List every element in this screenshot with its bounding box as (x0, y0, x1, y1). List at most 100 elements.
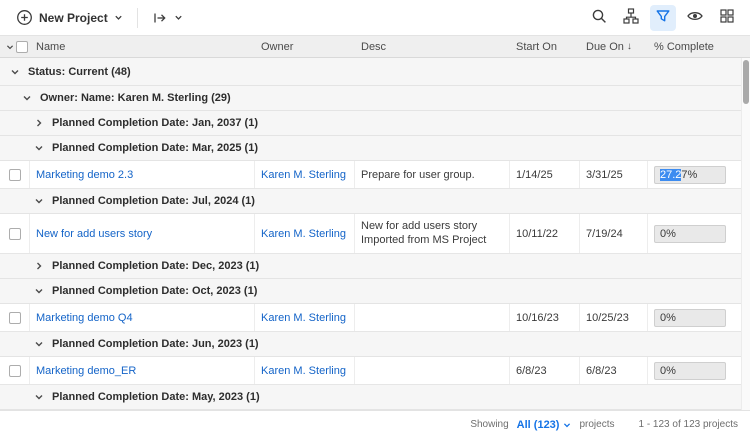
chevron-down-icon (563, 421, 571, 429)
export-icon (152, 10, 168, 26)
percent-complete-field[interactable]: 0% (654, 362, 726, 380)
project-name-link[interactable]: Marketing demo 2.3 (36, 169, 133, 181)
percent-rest: 7% (681, 169, 697, 181)
column-header-desc[interactable]: Desc (355, 36, 510, 57)
org-chart-icon (622, 7, 640, 28)
project-owner-cell: Karen M. Sterling (255, 214, 355, 253)
chevron-down-icon[interactable] (34, 392, 44, 402)
group-label: Planned Completion Date: Jul, 2024 (1) (52, 195, 255, 207)
project-due-cell: 6/8/23 (580, 357, 648, 384)
footer-bar: Showing All (123) projects 1 - 123 of 12… (0, 410, 750, 438)
scrollbar-thumb[interactable] (743, 60, 749, 104)
project-due-cell: 7/19/24 (580, 214, 648, 253)
row-checkbox[interactable] (9, 169, 21, 181)
project-name-cell: Marketing demo Q4 (30, 304, 255, 331)
table-header-row: Name Owner Desc Start On Due On ↓ % Comp… (0, 36, 750, 58)
group-row-pcd-jan-2037[interactable]: Planned Completion Date: Jan, 2037 (1) (0, 111, 750, 136)
row-select-cell (0, 214, 30, 253)
toolbar-divider (137, 8, 138, 28)
select-all-checkbox[interactable] (16, 41, 28, 53)
toolbar: New Project (0, 0, 750, 36)
project-name-link[interactable]: Marketing demo Q4 (36, 312, 133, 324)
pagination-range: 1 - 123 of 123 projects (638, 419, 738, 430)
column-header-name[interactable]: Name (30, 36, 255, 57)
group-label: Planned Completion Date: Jan, 2037 (1) (52, 117, 258, 129)
projects-label: projects (579, 419, 614, 430)
project-name-link[interactable]: Marketing demo_ER (36, 365, 136, 377)
row-checkbox[interactable] (9, 312, 21, 324)
filter-icon (655, 8, 671, 27)
chevron-right-icon[interactable] (34, 261, 44, 271)
project-owner-link[interactable]: Karen M. Sterling (261, 169, 346, 181)
group-row-pcd-mar-2025[interactable]: Planned Completion Date: Mar, 2025 (1) (0, 136, 750, 161)
group-row-pcd-may-2023[interactable]: Planned Completion Date: May, 2023 (1) (0, 385, 750, 410)
group-label: Planned Completion Date: Oct, 2023 (1) (52, 285, 257, 297)
group-label: Planned Completion Date: Mar, 2025 (1) (52, 142, 258, 154)
chevron-down-icon[interactable] (34, 286, 44, 296)
view-options-button[interactable] (682, 5, 708, 31)
group-row-pcd-jun-2023[interactable]: Planned Completion Date: Jun, 2023 (1) (0, 332, 750, 357)
search-icon (591, 8, 608, 28)
project-owner-cell: Karen M. Sterling (255, 161, 355, 188)
row-checkbox[interactable] (9, 228, 21, 240)
percent-complete-field[interactable]: 0% (654, 309, 726, 327)
project-due-cell: 10/25/23 (580, 304, 648, 331)
project-percent-cell: 0% (648, 214, 750, 253)
project-name-cell: New for add users story (30, 214, 255, 253)
project-desc-cell: Prepare for user group. (355, 161, 510, 188)
new-project-button[interactable]: New Project (10, 5, 129, 30)
header-select-cell (0, 36, 30, 57)
column-header-owner[interactable]: Owner (255, 36, 355, 57)
chevron-down-icon[interactable] (34, 339, 44, 349)
table-row: Marketing demo 2.3 Karen M. Sterling Pre… (0, 161, 750, 189)
plus-circle-icon (16, 9, 33, 26)
sort-descending-icon: ↓ (627, 41, 632, 52)
chevron-down-icon[interactable] (6, 43, 14, 51)
project-owner-link[interactable]: Karen M. Sterling (261, 228, 346, 240)
chevron-down-icon[interactable] (34, 196, 44, 206)
project-desc-cell (355, 304, 510, 331)
row-checkbox[interactable] (9, 365, 21, 377)
project-percent-cell: 0% (648, 357, 750, 384)
group-row-pcd-jul-2024[interactable]: Planned Completion Date: Jul, 2024 (1) (0, 189, 750, 214)
project-name-cell: Marketing demo_ER (30, 357, 255, 384)
project-start-cell: 10/11/22 (510, 214, 580, 253)
export-button[interactable] (146, 6, 189, 30)
vertical-scrollbar[interactable] (741, 58, 750, 410)
project-count-value: All (123) (517, 419, 560, 431)
grouping-button[interactable] (618, 5, 644, 31)
percent-complete-field[interactable]: 27.27% (654, 166, 726, 184)
toolbar-right-icons (586, 5, 740, 31)
row-select-cell (0, 161, 30, 188)
chevron-down-icon[interactable] (34, 143, 44, 153)
chevron-down-icon[interactable] (10, 67, 20, 77)
group-label: Planned Completion Date: May, 2023 (1) (52, 391, 260, 403)
column-header-due-on[interactable]: Due On ↓ (580, 36, 648, 57)
selected-text: 27.2 (660, 169, 681, 181)
column-header-percent-complete[interactable]: % Complete (648, 36, 750, 57)
chevron-right-icon[interactable] (34, 118, 44, 128)
project-owner-link[interactable]: Karen M. Sterling (261, 312, 346, 324)
project-desc-cell (355, 357, 510, 384)
column-header-start-on[interactable]: Start On (510, 36, 580, 57)
search-button[interactable] (586, 5, 612, 31)
group-row-pcd-oct-2023[interactable]: Planned Completion Date: Oct, 2023 (1) (0, 279, 750, 304)
group-row-status[interactable]: Status: Current (48) (0, 58, 750, 86)
percent-complete-field[interactable]: 0% (654, 225, 726, 243)
chevron-down-icon[interactable] (22, 93, 32, 103)
grid-view-icon (719, 8, 735, 27)
layout-button[interactable] (714, 5, 740, 31)
group-row-pcd-dec-2023[interactable]: Planned Completion Date: Dec, 2023 (1) (0, 254, 750, 279)
project-owner-cell: Karen M. Sterling (255, 304, 355, 331)
eye-icon (686, 7, 704, 28)
row-select-cell (0, 357, 30, 384)
group-label: Owner: Name: Karen M. Sterling (29) (40, 92, 231, 104)
project-start-cell: 10/16/23 (510, 304, 580, 331)
group-row-owner[interactable]: Owner: Name: Karen M. Sterling (29) (0, 86, 750, 111)
group-label: Planned Completion Date: Jun, 2023 (1) (52, 338, 259, 350)
chevron-down-icon (174, 13, 183, 22)
project-owner-link[interactable]: Karen M. Sterling (261, 365, 346, 377)
project-name-link[interactable]: New for add users story (36, 228, 152, 240)
project-count-dropdown[interactable]: All (123) (517, 419, 572, 431)
filter-button[interactable] (650, 5, 676, 31)
